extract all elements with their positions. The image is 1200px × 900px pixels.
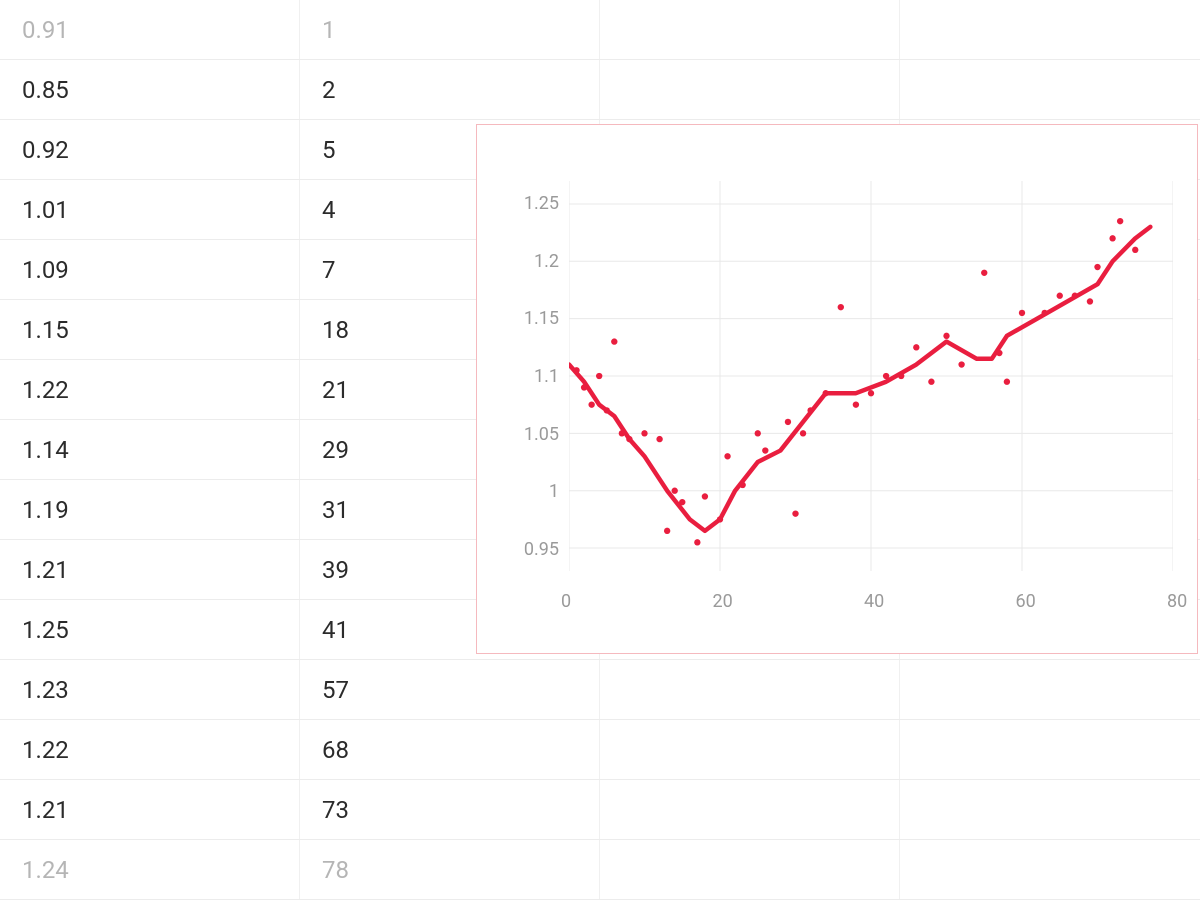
table-cell[interactable] [600,780,900,839]
chart-x-tick-label: 0 [561,591,571,612]
table-row[interactable]: 1.2268 [0,720,1200,780]
table-cell[interactable]: 78 [300,840,600,899]
table-cell[interactable] [900,0,1200,59]
table-cell[interactable] [900,60,1200,119]
chart-y-tick-label: 1.25 [524,193,559,214]
table-cell[interactable] [900,780,1200,839]
chart-y-tick-label: 0.95 [524,539,559,560]
table-cell[interactable] [600,660,900,719]
table-cell[interactable]: 1.09 [0,240,300,299]
table-cell[interactable]: 1.25 [0,600,300,659]
chart-y-tick-label: 1.15 [524,308,559,329]
table-cell[interactable] [600,60,900,119]
table-cell[interactable] [900,720,1200,779]
chart-x-tick-label: 40 [864,591,884,612]
table-cell[interactable]: 0.85 [0,60,300,119]
chart-y-tick-label: 1.2 [534,251,559,272]
table-cell[interactable]: 1.19 [0,480,300,539]
table-cell[interactable]: 73 [300,780,600,839]
chart-y-tick-label: 1 [549,481,559,502]
chart-x-tick-label: 80 [1167,591,1187,612]
table-cell[interactable] [600,720,900,779]
chart-y-tick-label: 1.05 [524,424,559,445]
chart-y-tick-label: 1.1 [534,366,559,387]
table-row[interactable]: 0.852 [0,60,1200,120]
table-cell[interactable] [600,0,900,59]
table-cell[interactable]: 1.21 [0,780,300,839]
table-cell[interactable]: 1.15 [0,300,300,359]
chart-plot-area [569,181,1173,571]
table-cell[interactable]: 1.23 [0,660,300,719]
table-cell[interactable] [900,840,1200,899]
table-cell[interactable]: 0.92 [0,120,300,179]
table-row[interactable]: 1.2357 [0,660,1200,720]
chart-card: 0.95 1 1.05 1.1 1.15 1.2 1.25 0 20 40 60 80 [476,124,1198,654]
table-cell[interactable]: 0.91 [0,0,300,59]
table-cell[interactable]: 1.24 [0,840,300,899]
chart-x-tick-label: 60 [1016,591,1036,612]
table-cell[interactable]: 57 [300,660,600,719]
table-cell[interactable]: 1 [300,0,600,59]
table-row[interactable]: 1.2173 [0,780,1200,840]
chart-x-tick-label: 20 [713,591,733,612]
table-row[interactable]: 1.2478 [0,840,1200,900]
table-cell[interactable]: 1.21 [0,540,300,599]
table-cell[interactable]: 2 [300,60,600,119]
table-cell[interactable]: 1.22 [0,360,300,419]
table-cell[interactable]: 68 [300,720,600,779]
table-cell[interactable]: 1.14 [0,420,300,479]
table-row[interactable]: 0.911 [0,0,1200,60]
table-cell[interactable] [900,660,1200,719]
table-cell[interactable]: 1.22 [0,720,300,779]
table-cell[interactable] [600,840,900,899]
table-cell[interactable]: 1.01 [0,180,300,239]
